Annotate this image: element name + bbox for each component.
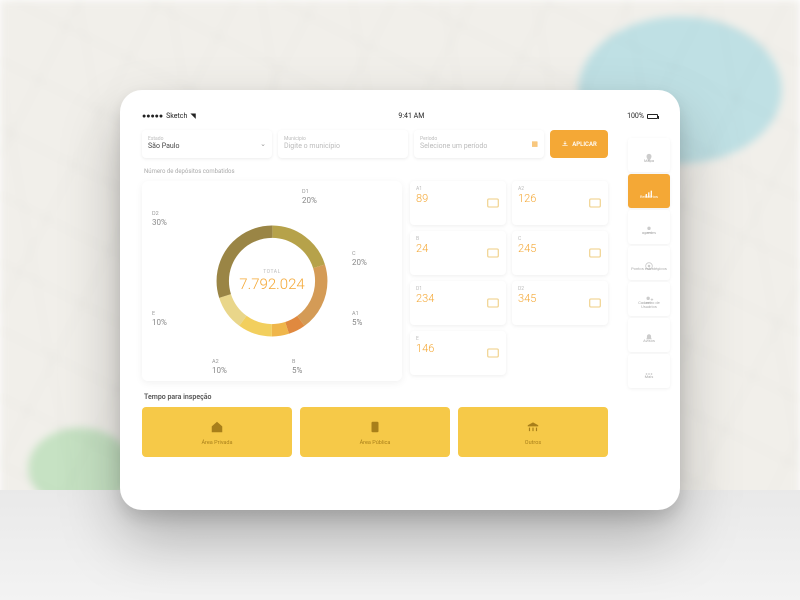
right-sidebar: Mapa Relatórios agentes Pontos estratégicos… xyxy=(628,138,670,388)
user-add-icon xyxy=(644,290,654,300)
donut-center: TOTAL 7.792.024 xyxy=(239,269,304,293)
stat-tile-d1[interactable]: D1234 xyxy=(410,281,506,325)
sidebar-item-mapa[interactable]: Mapa xyxy=(628,138,670,172)
sidebar-item-pontos-estratégicos[interactable]: Pontos estratégicos xyxy=(628,246,670,280)
inspecao-card-área-privada[interactable]: Área Privada xyxy=(142,407,292,457)
tile-icon xyxy=(485,245,501,261)
sidebar-item-mais[interactable]: Mais xyxy=(628,354,670,388)
inspecao-title: Tempo para inspeção xyxy=(144,393,608,401)
calendar-icon: ▦ xyxy=(531,140,538,148)
donut-segment-label: A210% xyxy=(212,359,227,375)
dashboard-row: TOTAL 7.792.024 D120% C20% A15% B5% A210% E10… xyxy=(142,181,608,381)
sidebar-item-label: Mais xyxy=(643,375,656,379)
download-icon xyxy=(561,140,569,148)
sidebar-item-agentes[interactable]: agentes xyxy=(628,210,670,244)
battery-pct: 100% xyxy=(627,112,644,120)
field-placeholder: Selecione um período xyxy=(420,142,538,151)
donut-segment-label: D230% xyxy=(152,211,167,227)
sidebar-item-cadastro-de-usuários[interactable]: Cadastro de Usuários xyxy=(628,282,670,316)
tile-icon xyxy=(485,295,501,311)
estado-select[interactable]: Estado São Paulo ⌄ xyxy=(142,130,272,158)
ios-status-bar: ●●●●● Sketch ◥ 9:41 AM 100% xyxy=(142,110,658,122)
home-icon xyxy=(210,419,224,438)
depositos-title: Número de depósitos combatidos xyxy=(144,168,608,175)
tile-icon xyxy=(485,345,501,361)
donut-segment-label: B5% xyxy=(292,359,302,375)
donut-segment-label: D120% xyxy=(302,189,317,205)
apply-button[interactable]: APLICAR xyxy=(550,130,608,158)
inspecao-card-label: Área Privada xyxy=(201,440,232,446)
sidebar-item-avisos[interactable]: Avisos xyxy=(628,318,670,352)
tablet-frame: ●●●●● Sketch ◥ 9:41 AM 100% Estado São P… xyxy=(120,90,680,510)
battery-icon xyxy=(647,114,658,119)
bell-icon xyxy=(644,328,654,338)
donut-segment-label: A15% xyxy=(352,311,362,327)
clipboard-icon xyxy=(368,419,382,438)
municipio-input[interactable]: Município Digite o município xyxy=(278,130,408,158)
user-icon xyxy=(644,220,654,230)
wifi-icon: ◥ xyxy=(190,112,195,120)
total-value: 7.792.024 xyxy=(239,275,304,293)
donut-segment-label: C20% xyxy=(352,251,367,267)
stat-tile-d2[interactable]: D2345 xyxy=(512,281,608,325)
stat-tile-b[interactable]: B24 xyxy=(410,231,506,275)
inspecao-card-label: Outros xyxy=(525,440,541,446)
stat-tile-c[interactable]: C245 xyxy=(512,231,608,275)
tile-icon xyxy=(587,195,603,211)
tile-icon xyxy=(587,295,603,311)
stat-tile-a2[interactable]: A2126 xyxy=(512,181,608,225)
apply-button-label: APLICAR xyxy=(572,141,597,148)
dots-icon xyxy=(644,364,654,374)
sidebar-item-relatórios[interactable]: Relatórios xyxy=(628,174,670,208)
chevron-down-icon: ⌄ xyxy=(260,140,266,148)
sidebar-item-label: Mapa xyxy=(642,159,656,163)
sidebar-item-label: Relatórios xyxy=(638,195,660,199)
chart-icon xyxy=(644,184,654,194)
signal-dots-icon: ●●●●● xyxy=(142,112,163,120)
donut-segment-label: E10% xyxy=(152,311,167,327)
periodo-select[interactable]: Período Selecione um período ▦ xyxy=(414,130,544,158)
institution-icon xyxy=(526,419,540,438)
inspecao-card-área-pública[interactable]: Área Pública xyxy=(300,407,450,457)
tile-icon xyxy=(485,195,501,211)
carrier-label: Sketch xyxy=(166,112,187,120)
sidebar-item-label: agentes xyxy=(640,231,658,235)
inspecao-card-label: Área Pública xyxy=(360,440,391,446)
field-placeholder: Digite o município xyxy=(284,142,402,151)
filter-bar: Estado São Paulo ⌄ Município Digite o mu… xyxy=(142,130,608,158)
donut-card: TOTAL 7.792.024 D120% C20% A15% B5% A210% E10… xyxy=(142,181,402,381)
stat-tile-a1[interactable]: A189 xyxy=(410,181,506,225)
inspecao-cards: Área Privada Área Pública Outros xyxy=(142,407,608,457)
sidebar-item-label: Pontos estratégicos xyxy=(629,267,669,271)
sidebar-item-label: Avisos xyxy=(641,339,657,343)
tile-grid: A189A2126B24C245D1234D2345E146 xyxy=(410,181,608,381)
clock: 9:41 AM xyxy=(398,112,424,120)
target-icon xyxy=(644,256,654,266)
tile-icon xyxy=(587,245,603,261)
field-value: São Paulo xyxy=(148,142,266,151)
inspecao-card-outros[interactable]: Outros xyxy=(458,407,608,457)
stat-tile-e[interactable]: E146 xyxy=(410,331,506,375)
sidebar-item-label: Cadastro de Usuários xyxy=(628,301,670,309)
pin-icon xyxy=(644,148,654,158)
